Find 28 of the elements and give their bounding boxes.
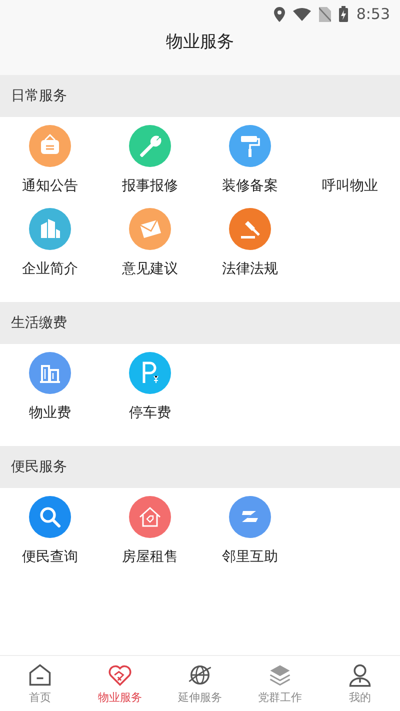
service-item[interactable]: 物业费 xyxy=(0,352,100,422)
wifi-icon xyxy=(293,8,312,20)
section-title: 生活缴费 xyxy=(11,314,67,332)
home-icon xyxy=(27,662,53,688)
service-item[interactable]: 房屋租售 xyxy=(100,496,200,566)
page-title: 物业服务 xyxy=(166,32,234,52)
service-item[interactable]: 报事报修 xyxy=(100,125,200,195)
nav-tab[interactable]: 我的 xyxy=(320,656,400,711)
service-item[interactable]: 便民查询 xyxy=(0,496,100,566)
nav-tab[interactable]: 党群工作 xyxy=(240,656,320,711)
service-item[interactable]: 通知公告 xyxy=(0,125,100,195)
location-icon xyxy=(274,6,286,22)
no-sim-icon xyxy=(319,6,332,22)
clock-time: 8:53 xyxy=(356,4,390,25)
service-item[interactable]: 装修备案 xyxy=(200,125,300,195)
battery-icon xyxy=(339,6,348,22)
nav-tab[interactable]: 首页 xyxy=(0,656,80,711)
section-title: 日常服务 xyxy=(11,86,67,106)
nav-tab[interactable]: 延伸服务 xyxy=(160,656,240,711)
service-item[interactable]: 法律法规 xyxy=(200,208,300,278)
service-item[interactable]: 停车费 xyxy=(100,352,200,422)
person-icon xyxy=(347,662,373,688)
section-title: 便民服务 xyxy=(11,458,67,476)
service-item[interactable]: 邻里互助 xyxy=(200,496,300,566)
service-item[interactable]: 呼叫物业 xyxy=(300,125,400,195)
service-item[interactable]: 企业简介 xyxy=(0,208,100,278)
nav-tab[interactable]: 物业服务 xyxy=(80,656,160,711)
service-item[interactable]: 意见建议 xyxy=(100,208,200,278)
